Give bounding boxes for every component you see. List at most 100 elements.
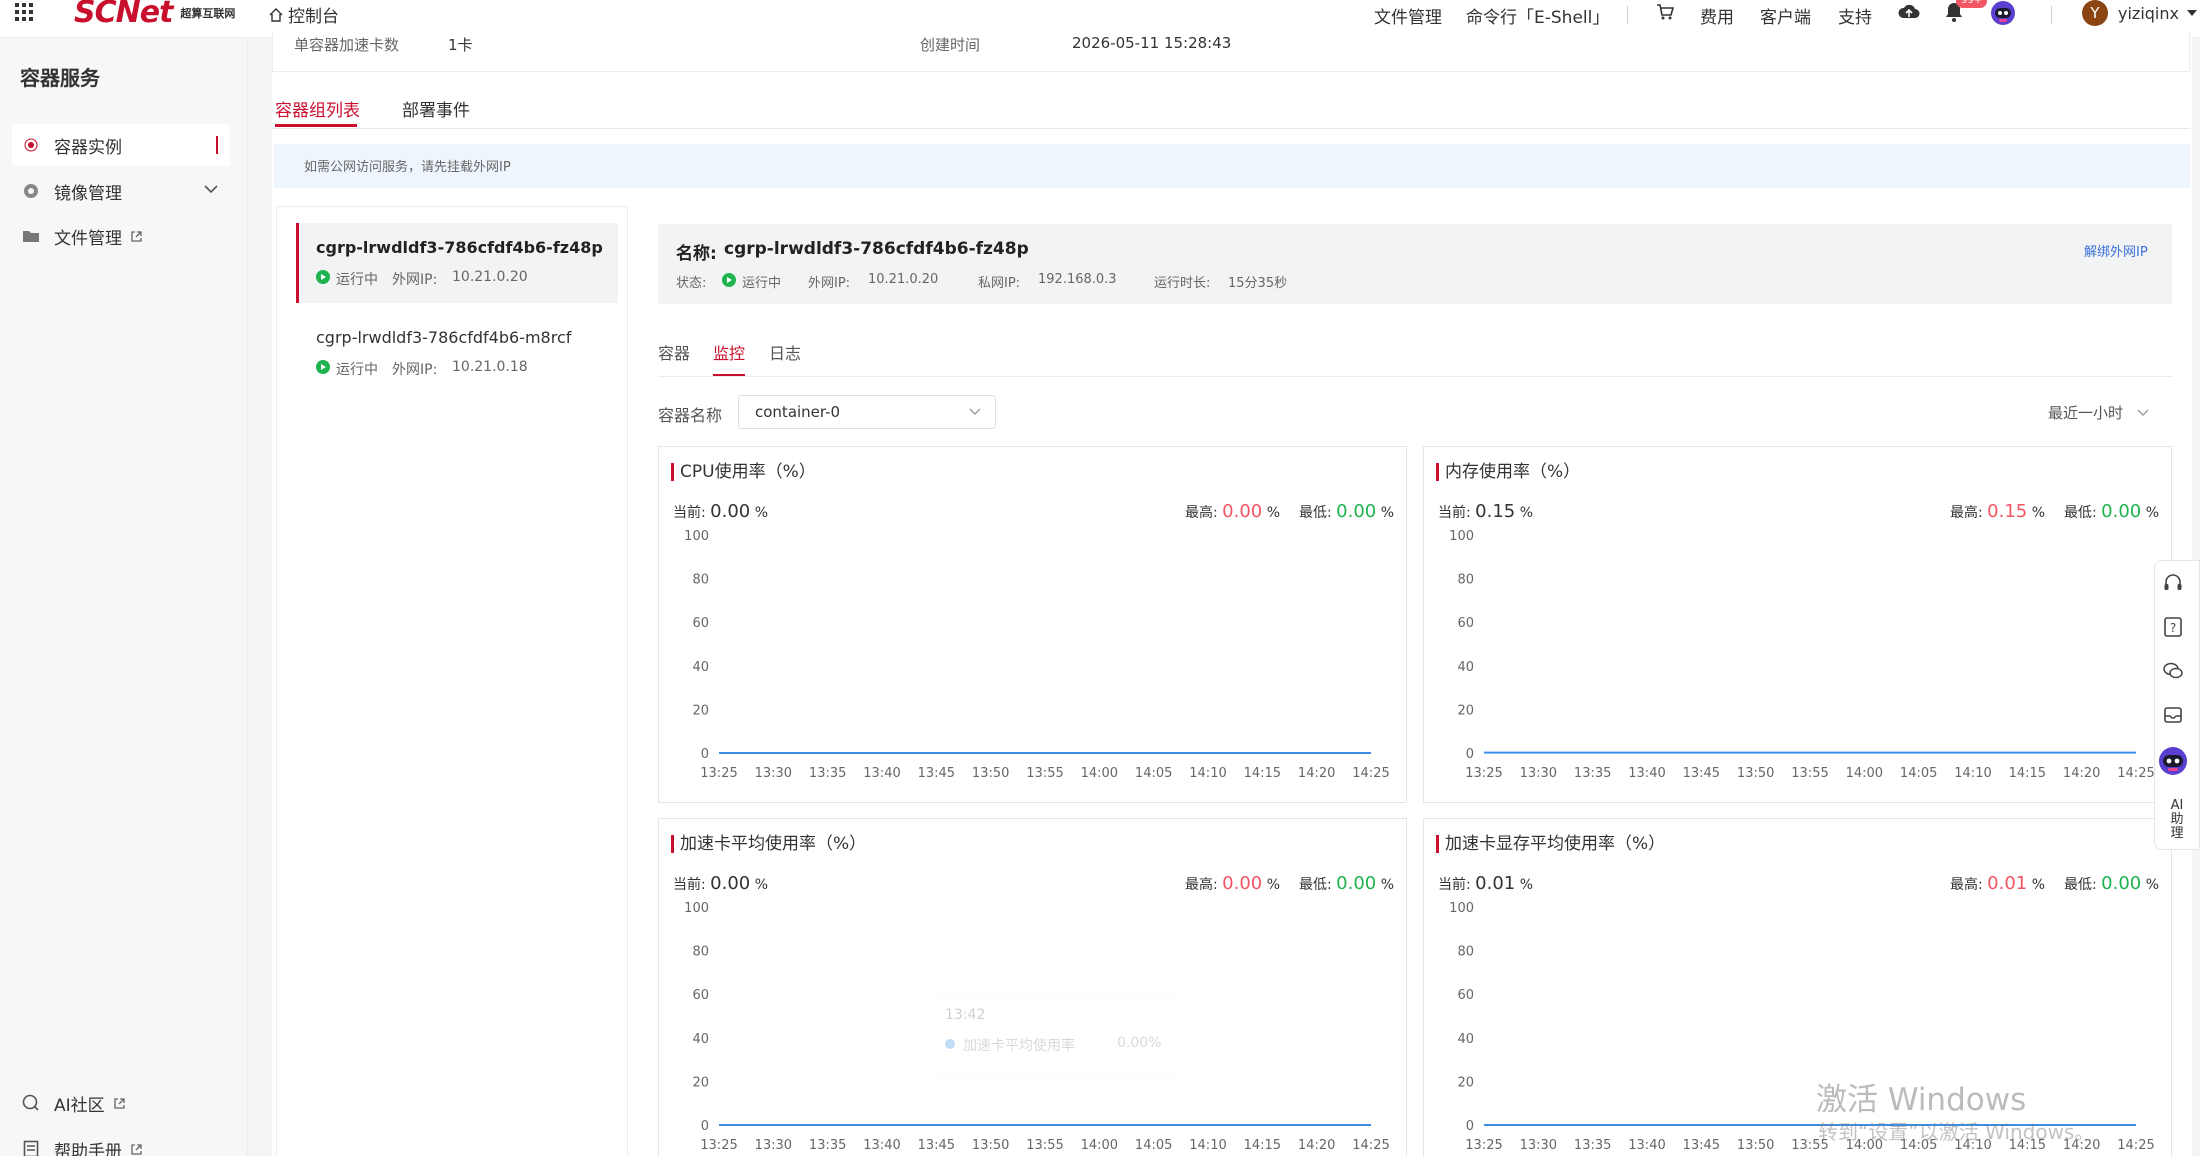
- x-tick-label: 14:15: [2009, 766, 2046, 781]
- mail-icon[interactable]: [2153, 695, 2193, 735]
- nav-e-shell[interactable]: 命令行「E-Shell」: [1466, 3, 1609, 28]
- x-tick-label: 14:25: [2117, 1138, 2154, 1153]
- x-tick-label: 13:40: [1628, 766, 1665, 781]
- cpu-line-chart: 0 20 40 60 80 100 13:25 13:30 13:35 13:40 13:45 13:…: [684, 529, 1390, 781]
- nav-support[interactable]: 支持: [1838, 3, 1872, 28]
- subtab-monitoring[interactable]: 监控: [713, 340, 745, 364]
- console-link[interactable]: 控制台: [268, 2, 339, 27]
- stat-label: 当前:: [1438, 505, 1471, 521]
- y-tick-label: 80: [692, 573, 709, 588]
- headset-icon[interactable]: [2153, 563, 2193, 603]
- tab-deploy-events[interactable]: 部署事件: [402, 96, 470, 121]
- cloud-upload-icon[interactable]: [1898, 2, 1920, 22]
- divider: [1627, 6, 1628, 24]
- y-tick-label: 100: [1449, 901, 1474, 916]
- subtabs-divider: [658, 376, 2172, 377]
- nav-billing[interactable]: 费用: [1700, 3, 1734, 28]
- x-tick-label: 13:25: [1465, 766, 1502, 781]
- y-tick-label: 80: [1457, 945, 1474, 960]
- chat-icon[interactable]: [2153, 651, 2193, 691]
- stat-label: 最高:: [1185, 877, 1218, 893]
- subtab-logs[interactable]: 日志: [769, 340, 801, 364]
- tabs-divider: [272, 128, 2190, 129]
- stat-value: 0.00: [1336, 873, 1377, 894]
- community-icon: [20, 1094, 42, 1112]
- stat-value: 0.00: [1222, 501, 1263, 522]
- cart-icon[interactable]: [1656, 3, 1674, 21]
- x-tick-label: 13:35: [1574, 1138, 1611, 1153]
- stat-unit: %: [754, 505, 769, 521]
- unbind-ip-link[interactable]: 解绑外网IP: [2084, 241, 2148, 260]
- y-tick-label: 0: [1466, 747, 1474, 762]
- container-select-value: container-0: [755, 403, 841, 421]
- detail-name: cgrp-lrwdldf3-786cfdf4b6-fz48p: [724, 239, 1029, 259]
- x-tick-label: 13:50: [1737, 766, 1774, 781]
- detail-uptime: 15分35秒: [1228, 276, 1288, 291]
- stat-value: 0.00: [1336, 501, 1377, 522]
- group-ip: 10.21.0.18: [452, 359, 528, 375]
- nav-client[interactable]: 客户端: [1760, 3, 1811, 28]
- stat-label: 当前:: [673, 505, 706, 521]
- y-tick-label: 40: [692, 660, 709, 675]
- brand-subtitle: 超算互联网: [180, 6, 236, 20]
- tab-container-group-list[interactable]: 容器组列表: [275, 96, 360, 121]
- sidebar-item-label: 镜像管理: [54, 183, 122, 204]
- nav-file-management[interactable]: 文件管理: [1374, 3, 1442, 28]
- group-ip: 10.21.0.20: [452, 269, 528, 285]
- tab-active-underline: [275, 124, 357, 127]
- x-tick-label: 14:05: [1135, 766, 1172, 781]
- stat-unit: %: [2031, 877, 2046, 893]
- ai-assistant-icon[interactable]: [2153, 741, 2193, 781]
- x-tick-label: 14:20: [1298, 1138, 1335, 1153]
- x-tick-label: 14:10: [1954, 766, 1991, 781]
- list-item[interactable]: [296, 313, 618, 393]
- detail-status-label: 状态:: [676, 276, 707, 291]
- chart-card-memory: 内存使用率（%） 当前: 0.15 % 最高: 0.15 % 最低: 0.00 …: [1423, 446, 2172, 803]
- group-ip-label: 外网IP:: [392, 272, 438, 288]
- y-tick-label: 60: [692, 988, 709, 1003]
- group-status: 运行中: [336, 272, 378, 288]
- sidebar-item-image-management[interactable]: 镜像管理: [12, 170, 230, 212]
- book-icon: [20, 1140, 42, 1156]
- sidebar-item-file-management[interactable]: 文件管理: [12, 215, 230, 257]
- sidebar-item-help-manual[interactable]: 帮助手册: [12, 1128, 230, 1156]
- x-tick-label: 14:10: [1189, 766, 1226, 781]
- stat-min: 最低: 0.00 %: [2064, 873, 2159, 894]
- sidebar-item-ai-community[interactable]: AI社区: [12, 1082, 230, 1124]
- group-status: 运行中: [336, 362, 378, 378]
- help-question-icon[interactable]: ?: [2153, 607, 2193, 647]
- stat-current: 当前: 0.00 %: [673, 501, 768, 522]
- y-tick-label: 60: [692, 616, 709, 631]
- y-tick-label: 40: [692, 1032, 709, 1047]
- group-ip-label: 外网IP:: [392, 362, 438, 378]
- x-tick-label: 13:55: [1026, 766, 1063, 781]
- ai-assistant-label[interactable]: AI助理: [2168, 799, 2186, 841]
- container-name-label: 容器名称: [658, 406, 723, 425]
- chart-tooltip: 13:42 加速卡平均使用率 0.00%: [929, 997, 1183, 1073]
- chart-title: 加速卡显存平均使用率（%）: [1436, 835, 1665, 853]
- sidebar-item-label: 文件管理: [54, 228, 122, 249]
- y-tick-label: 100: [1449, 529, 1474, 544]
- list-item[interactable]: [296, 223, 618, 303]
- stat-value: 0.15: [1475, 501, 1516, 522]
- external-link-icon: [130, 230, 143, 243]
- subtab-container[interactable]: 容器: [658, 340, 690, 364]
- user-menu[interactable]: Y yiziqinx: [2082, 0, 2197, 26]
- x-tick-label: 14:25: [1352, 766, 1389, 781]
- chart-card-accelerator: 加速卡平均使用率（%） 当前: 0.00 % 最高: 0.00 % 最低: 0.…: [658, 818, 1407, 1156]
- y-tick-label: 80: [692, 945, 709, 960]
- time-range-select[interactable]: 最近一小时: [2048, 402, 2149, 423]
- brand-logo[interactable]: SCNet 超算互联网: [74, 0, 235, 30]
- x-tick-label: 14:05: [1900, 766, 1937, 781]
- x-tick-label: 14:00: [1081, 1138, 1118, 1153]
- y-tick-label: 60: [1457, 988, 1474, 1003]
- divider: [2051, 6, 2052, 24]
- y-tick-label: 80: [1457, 573, 1474, 588]
- y-tick-label: 20: [1457, 703, 1474, 718]
- apps-grid-icon[interactable]: [14, 2, 34, 22]
- x-tick-label: 13:45: [918, 766, 955, 781]
- notice-banner: [274, 144, 2190, 188]
- assistant-avatar-icon[interactable]: [1990, 0, 2016, 26]
- sidebar-item-container-instances[interactable]: 容器实例: [12, 124, 230, 166]
- container-select[interactable]: container-0: [738, 395, 996, 429]
